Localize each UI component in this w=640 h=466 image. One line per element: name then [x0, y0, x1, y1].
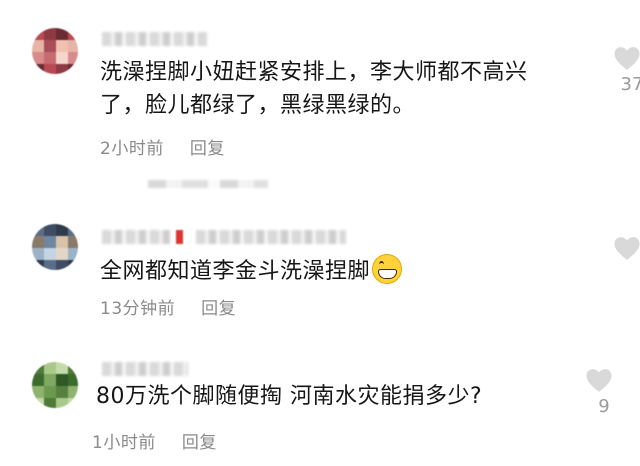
avatar-mosaic-tile	[68, 236, 78, 248]
avatar[interactable]	[32, 224, 78, 270]
comment-item: 洗澡捏脚小妞赶紧安排上，李大师都不高兴 了，脸儿都绿了，黑绿黑绿的。 2小时前 回…	[0, 0, 640, 170]
avatar-mosaic-tile	[56, 64, 68, 74]
badge-blurred	[176, 230, 183, 244]
like-count: 37	[620, 74, 640, 95]
avatar-mosaic-tile	[56, 224, 68, 236]
comment-time: 2小时前	[100, 139, 164, 159]
avatar-mosaic-tile	[44, 374, 56, 386]
comment-text: 全网都知道李金斗洗澡捏脚	[100, 254, 403, 288]
avatar-mosaic-tile	[44, 52, 56, 64]
comment-meta: 2小时前 回复	[100, 134, 225, 159]
avatar-mosaic-tile	[56, 236, 68, 248]
grinning-face-emoji-icon	[372, 254, 403, 284]
avatar-mosaic-tile	[32, 52, 44, 64]
avatar-mosaic-tile	[56, 362, 68, 374]
like-count: 9	[598, 396, 610, 417]
avatar-mosaic-tile	[68, 224, 78, 236]
avatar-mosaic-tile	[68, 40, 78, 52]
avatar-mosaic-tile	[32, 64, 44, 74]
avatar-mosaic-tile	[32, 40, 44, 52]
comment-text: 80万洗个脚随便掏 河南水灾能捐多少?	[96, 380, 482, 413]
avatar-mosaic-tile	[32, 236, 44, 248]
avatar-mosaic-tile	[68, 362, 78, 374]
avatar-mosaic-tile	[44, 236, 56, 248]
avatar-mosaic-tile	[44, 28, 56, 40]
avatar-mosaic-tile	[68, 374, 78, 386]
avatar-mosaic-tile	[56, 374, 68, 386]
username-blurred[interactable]	[196, 230, 346, 244]
like-button[interactable]: 37	[612, 44, 640, 95]
avatar-mosaic-tile	[44, 398, 56, 408]
comment-text-line: 80万洗个脚随便掏 河南水灾能捐多少?	[96, 384, 483, 409]
comment-text: 洗澡捏脚小妞赶紧安排上，李大师都不高兴 了，脸儿都绿了，黑绿黑绿的。	[100, 56, 528, 122]
avatar-mosaic-tile	[44, 64, 56, 74]
avatar-mosaic-tile	[44, 40, 56, 52]
avatar[interactable]	[32, 362, 78, 408]
avatar-mosaic-tile	[44, 224, 56, 236]
avatar-mosaic-tile	[32, 362, 44, 374]
avatar-mosaic-tile	[56, 260, 68, 270]
avatar-mosaic-tile	[56, 40, 68, 52]
comment-text-line: 了，脸儿都绿了，黑绿黑绿的。	[100, 93, 416, 118]
heart-outline-icon	[614, 237, 640, 260]
avatar-mosaic-tile	[68, 386, 78, 398]
comment-text-line: 洗澡捏脚小妞赶紧安排上，李大师都不高兴	[100, 60, 528, 85]
avatar-mosaic-tile	[44, 386, 56, 398]
avatar-mosaic-tile	[68, 28, 78, 40]
comment-text-line: 全网都知道李金斗洗澡捏脚	[100, 259, 371, 284]
avatar-mosaic-tile	[68, 260, 78, 270]
comment-meta: 13分钟前 回复	[100, 294, 236, 319]
heart-outline-icon	[614, 47, 640, 70]
avatar-mosaic-tile	[44, 260, 56, 270]
avatar-mosaic-tile	[56, 386, 68, 398]
avatar-mosaic-tile	[32, 260, 44, 270]
comment-time: 1小时前	[92, 433, 156, 453]
avatar-mosaic-tile	[32, 398, 44, 408]
username-blurred[interactable]	[102, 362, 188, 376]
comment-time: 13分钟前	[100, 299, 176, 319]
avatar-mosaic-tile	[32, 28, 44, 40]
collapsed-replies-blurred[interactable]	[148, 180, 268, 188]
avatar-mosaic-tile	[32, 374, 44, 386]
avatar-mosaic-tile	[56, 52, 68, 64]
reply-button[interactable]: 回复	[190, 139, 225, 159]
like-button[interactable]	[612, 234, 640, 264]
reply-button[interactable]: 回复	[182, 433, 217, 453]
avatar-mosaic-tile	[32, 248, 44, 260]
heart-outline-icon	[586, 369, 612, 392]
like-button[interactable]: 9	[584, 366, 624, 417]
avatar-mosaic-tile	[68, 64, 78, 74]
avatar[interactable]	[32, 28, 78, 74]
avatar-mosaic-tile	[32, 224, 44, 236]
avatar-mosaic-tile	[56, 248, 68, 260]
comment-item: 全网都知道李金斗洗澡捏脚 13分钟前 回复	[0, 200, 640, 330]
avatar-mosaic-tile	[44, 248, 56, 260]
avatar-mosaic-tile	[32, 386, 44, 398]
avatar-mosaic-tile	[68, 52, 78, 64]
avatar-mosaic-tile	[68, 248, 78, 260]
comment-meta: 1小时前 回复	[92, 428, 217, 453]
avatar-mosaic-tile	[56, 398, 68, 408]
username-blurred[interactable]	[102, 32, 207, 46]
comment-item: 80万洗个脚随便掏 河南水灾能捐多少? 1小时前 回复 9	[0, 340, 640, 466]
reply-button[interactable]: 回复	[201, 299, 236, 319]
avatar-mosaic-tile	[44, 362, 56, 374]
username-blurred[interactable]	[102, 230, 170, 244]
avatar-mosaic-tile	[56, 28, 68, 40]
avatar-mosaic-tile	[68, 398, 78, 408]
